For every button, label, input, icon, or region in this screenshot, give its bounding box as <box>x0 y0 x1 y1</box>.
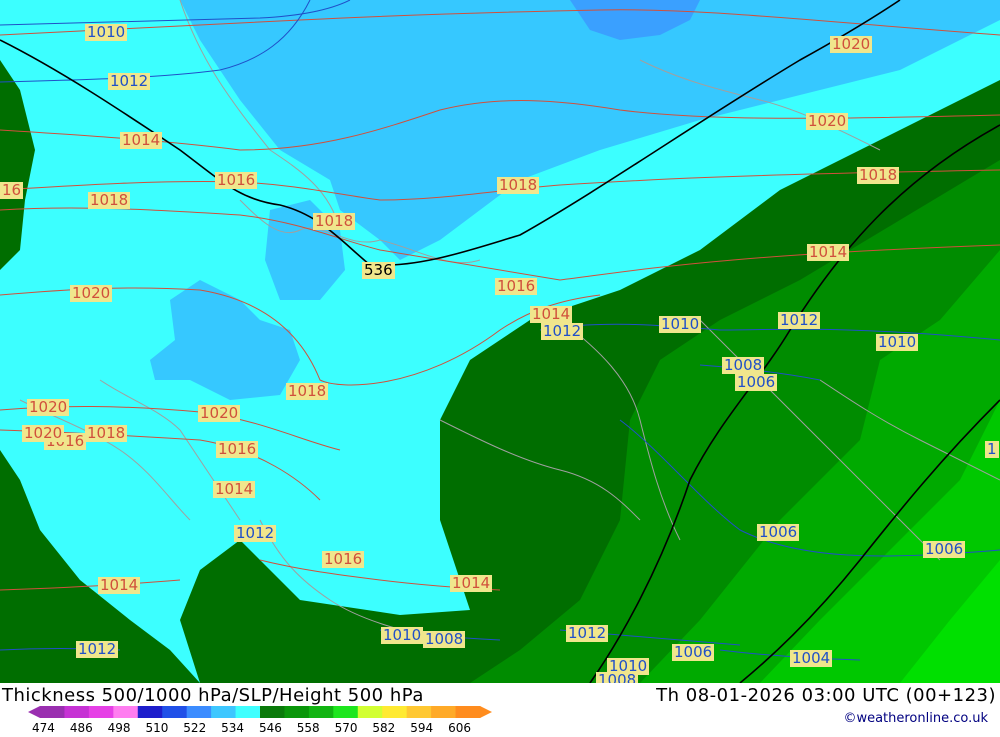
isobar-label: 1010 <box>659 315 702 333</box>
legend-tick-label: 474 <box>32 721 55 733</box>
map-title: Thickness 500/1000 hPa/SLP/Height 500 hP… <box>2 685 424 706</box>
legend-swatch <box>40 706 65 718</box>
isobar-label: 1014 <box>213 480 256 498</box>
isobar-label: 1008 <box>722 356 765 374</box>
isobar-label: 1012 <box>566 624 609 642</box>
isobar-label: 1012 <box>234 524 277 542</box>
legend-swatch <box>406 706 432 718</box>
credit-link[interactable]: ©weatheronline.co.uk <box>843 711 988 726</box>
legend-swatch <box>64 706 90 718</box>
legend-swatch <box>431 706 457 718</box>
isobar-label: 1006 <box>923 540 966 558</box>
isobar-label: 1014 <box>807 243 850 261</box>
legend-tick-label: 498 <box>108 721 131 733</box>
legend-swatch <box>455 706 481 718</box>
isobar-label: 1006 <box>672 643 715 661</box>
isobar-label: 1014 <box>98 576 141 594</box>
isobar-label: 1020 <box>27 398 70 416</box>
legend-swatch <box>186 706 212 718</box>
weather-map: 1010 1012 1014 1016 16 1018 1018 536 1018 1020 102… <box>0 0 1000 689</box>
isobar-label: 1012 <box>76 640 119 658</box>
isobar-label: 1010 <box>85 23 128 41</box>
legend-swatch <box>284 706 310 718</box>
legend-arrow-right <box>480 706 492 718</box>
isobar-label: 1010 <box>876 333 919 351</box>
legend-swatch <box>357 706 383 718</box>
legend-tick-label: 534 <box>221 721 244 733</box>
isobar-label: 1018 <box>497 176 540 194</box>
isobar-label: 1018 <box>857 166 900 184</box>
legend-tick-label: 594 <box>410 721 433 733</box>
legend-tick-label: 606 <box>448 721 471 733</box>
isobar-label: 1004 <box>790 649 833 667</box>
color-legend: 474 486 498 510 522 534 546 558 570 582 594 606 <box>28 705 498 735</box>
legend-swatch <box>211 706 237 718</box>
isobar-label: 1020 <box>806 112 849 130</box>
isobar-label: 16 <box>0 181 24 199</box>
isobar-label: 1020 <box>22 424 65 442</box>
legend-swatch <box>162 706 188 718</box>
map-canvas <box>0 0 1000 683</box>
legend-swatch <box>113 706 139 718</box>
isobar-label: 1008 <box>423 630 466 648</box>
isobar-label: 1012 <box>108 72 151 90</box>
isobar-label: 1012 <box>541 322 584 340</box>
legend-tick-label: 558 <box>297 721 320 733</box>
isobar-label: 1006 <box>757 523 800 541</box>
isobar-label: 1 <box>985 440 999 458</box>
legend-tick-label: 546 <box>259 721 282 733</box>
isobar-label: 1014 <box>120 131 163 149</box>
legend-swatch <box>382 706 408 718</box>
isobar-label: 1012 <box>778 311 821 329</box>
legend-tick-label: 510 <box>145 721 168 733</box>
legend-swatch <box>235 706 261 718</box>
isobar-label: 1018 <box>85 424 128 442</box>
isobar-label: 1010 <box>381 626 424 644</box>
legend-tick-label: 486 <box>70 721 93 733</box>
isobar-label: 1018 <box>313 212 356 230</box>
isobar-label: 536 <box>362 261 395 279</box>
isobar-label: 1016 <box>322 550 365 568</box>
isobar-label: 1016 <box>215 171 258 189</box>
isobar-label: 1006 <box>735 373 778 391</box>
isobar-label: 1016 <box>216 440 259 458</box>
isobar-label: 1020 <box>70 284 113 302</box>
isobar-label: 1020 <box>198 404 241 422</box>
legend-tick-label: 522 <box>183 721 206 733</box>
valid-time: Th 08-01-2026 03:00 UTC (00+123) <box>656 685 996 706</box>
legend-swatch <box>137 706 163 718</box>
isobar-label: 1016 <box>495 277 538 295</box>
legend-scale: 474 486 498 510 522 534 546 558 570 582 594 606 <box>28 706 492 735</box>
map-footer: Thickness 500/1000 hPa/SLP/Height 500 hP… <box>0 683 1000 735</box>
isobar-label: 1020 <box>830 35 873 53</box>
isobar-label: 1018 <box>88 191 131 209</box>
legend-tick-label: 582 <box>372 721 395 733</box>
legend-tick-label: 570 <box>335 721 358 733</box>
isobar-label: 1014 <box>450 574 493 592</box>
legend-swatch <box>308 706 334 718</box>
legend-swatch <box>333 706 359 718</box>
isobar-label: 1014 <box>530 305 573 323</box>
legend-swatch <box>260 706 285 718</box>
legend-arrow-left <box>28 706 40 718</box>
isobar-label: 1018 <box>286 382 329 400</box>
legend-swatch <box>88 706 114 718</box>
